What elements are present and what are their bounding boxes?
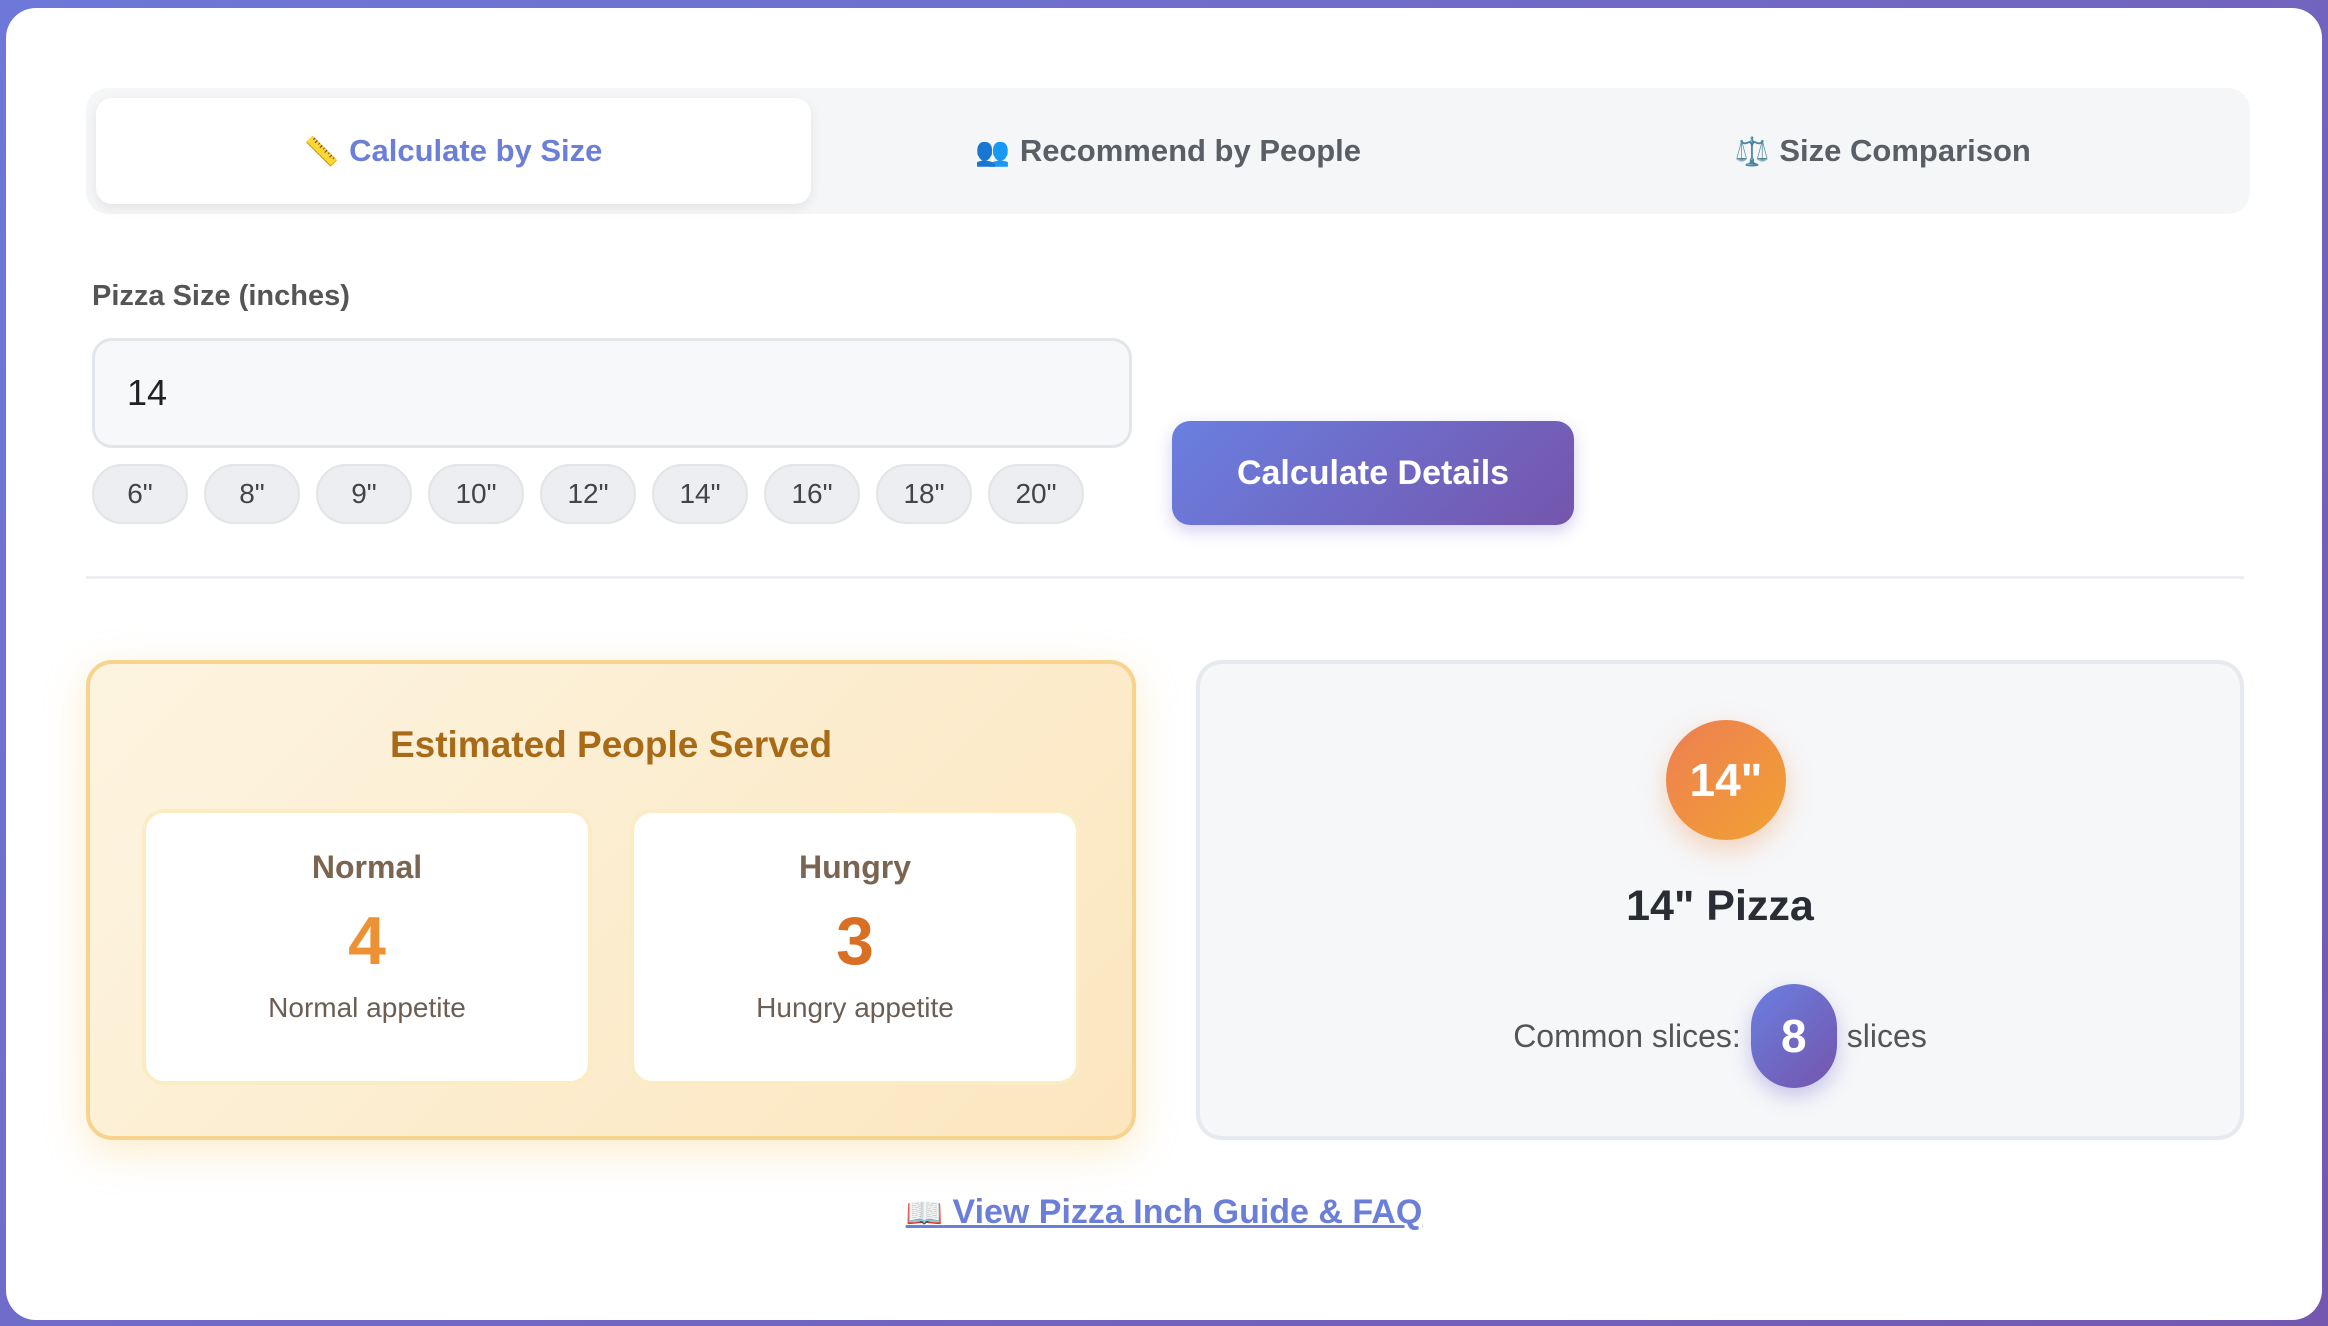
people-count: 3 <box>836 903 874 979</box>
appetite-description: Hungry appetite <box>756 992 954 1023</box>
people-served-panel: Estimated People Served Normal 4 Normal … <box>86 660 1136 1140</box>
appetite-label: Hungry <box>799 849 911 885</box>
size-chip-16[interactable]: 16" <box>764 464 860 524</box>
ruler-icon: 📏 <box>304 135 340 167</box>
tab-calculate-by-size[interactable]: 📏 Calculate by Size <box>96 98 811 204</box>
book-icon: 📖 <box>905 1197 944 1230</box>
section-divider <box>86 576 2244 579</box>
people-served-title: Estimated People Served <box>389 724 833 765</box>
size-chip-list: 6" 8" 9" 10" 12" 14" 16" 18" 20" <box>92 464 1084 524</box>
people-count: 4 <box>348 903 386 979</box>
pizza-size-label: Pizza Size (inches) <box>92 280 350 312</box>
size-chip-8[interactable]: 8" <box>204 464 300 524</box>
size-badge: 14" <box>1666 720 1786 840</box>
guide-link-row: 📖 View Pizza Inch Guide & FAQ <box>0 1193 2328 1232</box>
tab-recommend-by-people[interactable]: 👥 Recommend by People <box>811 98 1526 204</box>
hungry-appetite-card: Hungry 3 Hungry appetite <box>630 809 1080 1085</box>
pizza-summary-panel: 14" 14" Pizza Common slices: 8 slices <box>1196 660 2244 1140</box>
normal-appetite-card: Normal 4 Normal appetite <box>142 809 592 1085</box>
slices-prefix: Common slices: <box>1513 1017 1741 1054</box>
tab-label: Recommend by People <box>1019 133 1361 168</box>
size-chip-14[interactable]: 14" <box>652 464 748 524</box>
appetite-description: Normal appetite <box>268 992 466 1023</box>
slices-row: Common slices: 8 slices <box>1200 984 2240 1088</box>
people-icon: 👥 <box>975 135 1010 167</box>
calculate-details-button[interactable]: Calculate Details <box>1172 421 1574 525</box>
tab-label: Calculate by Size <box>349 133 603 168</box>
tab-size-comparison[interactable]: ⚖️ Size Comparison <box>1525 98 2240 204</box>
size-chip-18[interactable]: 18" <box>876 464 972 524</box>
size-chip-9[interactable]: 9" <box>316 464 412 524</box>
size-chip-20[interactable]: 20" <box>988 464 1084 524</box>
guide-link-label: View Pizza Inch Guide & FAQ <box>952 1193 1423 1231</box>
size-chip-6[interactable]: 6" <box>92 464 188 524</box>
slices-suffix: slices <box>1846 1017 1927 1054</box>
size-chip-12[interactable]: 12" <box>540 464 636 524</box>
appetite-label: Normal <box>311 849 423 885</box>
pizza-name: 14" Pizza <box>1626 882 1814 930</box>
size-chip-10[interactable]: 10" <box>428 464 524 524</box>
pizza-guide-link[interactable]: 📖 View Pizza Inch Guide & FAQ <box>906 1193 1423 1231</box>
tab-bar: 📏 Calculate by Size 👥 Recommend by Peopl… <box>86 88 2250 214</box>
pizza-size-input[interactable] <box>92 338 1132 448</box>
scale-icon: ⚖️ <box>1734 135 1770 167</box>
slice-count-badge: 8 <box>1750 984 1837 1088</box>
tab-label: Size Comparison <box>1779 133 2031 168</box>
